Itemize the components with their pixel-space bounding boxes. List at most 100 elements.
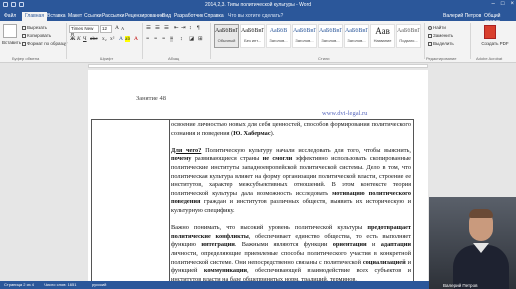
highlight-icon[interactable]: ab bbox=[125, 36, 131, 42]
style-heading-4[interactable]: АаБбВвГ Заголов... bbox=[344, 24, 369, 48]
text-run-bold: почему bbox=[171, 155, 192, 163]
search-icon bbox=[428, 25, 432, 30]
copy-label: Копировать bbox=[27, 33, 52, 38]
shading-icon[interactable]: ◪ bbox=[189, 36, 194, 42]
multilevel-list-icon[interactable]: ☰ bbox=[164, 25, 169, 31]
page-counter[interactable]: Страница 2 из 4 bbox=[4, 282, 34, 287]
language-indicator[interactable]: русский bbox=[92, 282, 106, 287]
question-heading: Для чего? bbox=[171, 146, 202, 154]
align-right-icon[interactable]: ≡ bbox=[162, 36, 165, 42]
style-name: Заголов... bbox=[295, 38, 314, 43]
tab-insert[interactable]: Вставка bbox=[47, 13, 66, 19]
ribbon: Вставить Вырезать Копировать Формат по о… bbox=[0, 21, 516, 63]
superscript-button[interactable]: x² bbox=[110, 36, 114, 42]
replace-button[interactable]: Заменить bbox=[428, 33, 453, 38]
style-heading-2[interactable]: АаБбВвГ Заголов... bbox=[292, 24, 317, 48]
create-pdf-button[interactable]: Создать PDF bbox=[478, 41, 512, 46]
style-name: Название bbox=[373, 38, 392, 43]
borders-icon[interactable]: ⊞ bbox=[198, 36, 203, 42]
line-spacing-icon[interactable]: ↕ bbox=[180, 36, 183, 42]
paragraph-why: Для чего? Политическую культуру начали и… bbox=[171, 147, 411, 216]
decrease-indent-icon[interactable]: ⇤ bbox=[174, 25, 179, 31]
text-effects-icon[interactable]: A bbox=[119, 36, 123, 42]
divider bbox=[424, 23, 425, 59]
tab-references[interactable]: Ссылки bbox=[84, 13, 102, 19]
tab-file[interactable]: Файл bbox=[4, 13, 16, 19]
style-preview: АаБбВ bbox=[269, 28, 288, 34]
select-button[interactable]: Выделить bbox=[428, 41, 454, 46]
format-painter-button[interactable]: Формат по образцу bbox=[22, 41, 67, 46]
font-color-icon[interactable]: A bbox=[134, 36, 138, 42]
user-name[interactable]: Валерий Петров bbox=[443, 13, 481, 19]
shrink-font-icon[interactable]: A bbox=[121, 26, 124, 31]
font-size-select[interactable]: 12 bbox=[100, 25, 112, 33]
paste-button[interactable]: Вставить bbox=[2, 40, 21, 45]
styles-group-label: Стили bbox=[318, 56, 330, 61]
table-column-divider bbox=[169, 120, 170, 289]
tell-me-input[interactable]: Что вы хотите сделать? bbox=[228, 13, 283, 19]
text-run: Важно понимать, что высокий уровень поли… bbox=[171, 224, 368, 232]
select-label: Выделить bbox=[433, 41, 454, 46]
cut-button[interactable]: Вырезать bbox=[22, 25, 47, 30]
align-center-icon[interactable]: ≡ bbox=[154, 36, 157, 42]
text-run: граждан и институтов различных обществ, … bbox=[171, 198, 411, 214]
style-heading-3[interactable]: АаБбВвГ Заголов... bbox=[318, 24, 343, 48]
text-run-bold: ориентации bbox=[332, 241, 367, 249]
bullets-icon[interactable]: ☰ bbox=[146, 25, 151, 31]
divider bbox=[470, 23, 471, 59]
grow-font-icon[interactable]: A bbox=[115, 25, 119, 31]
replace-icon bbox=[428, 33, 432, 38]
title-bar: 2014,2,3. Типы политической культуры - W… bbox=[0, 0, 516, 11]
font-group-label: Шрифт bbox=[100, 56, 114, 61]
sort-icon[interactable]: ↕ bbox=[189, 25, 192, 31]
increase-indent-icon[interactable]: ⇥ bbox=[181, 25, 186, 31]
document-page[interactable]: Занятие 48 www.dvi-legal.ru освоение лич… bbox=[88, 70, 428, 289]
tab-review[interactable]: Рецензирование bbox=[125, 13, 164, 19]
text-run-bold: коммуникации bbox=[203, 267, 247, 275]
page-header-link[interactable]: www.dvi-legal.ru bbox=[322, 110, 367, 117]
style-normal[interactable]: АаБбВвГ Обычный bbox=[214, 24, 239, 48]
copy-button[interactable]: Копировать bbox=[22, 33, 51, 38]
show-marks-icon[interactable]: ¶ bbox=[197, 25, 200, 31]
style-title[interactable]: Аав Название bbox=[370, 24, 395, 48]
bold-button[interactable]: Ж bbox=[70, 36, 75, 42]
tab-view[interactable]: Вид bbox=[162, 13, 171, 19]
horizontal-ruler[interactable] bbox=[88, 64, 428, 68]
maximize-button[interactable]: □ bbox=[501, 1, 505, 7]
editing-group-label: Редактирование bbox=[426, 56, 457, 61]
page-header-text: Занятие 48 bbox=[136, 95, 166, 102]
tab-developer[interactable]: Разработчик bbox=[174, 13, 203, 19]
tab-layout[interactable]: Макет bbox=[68, 13, 82, 19]
tab-help[interactable]: Справка bbox=[204, 13, 224, 19]
paragraph-continued: освоение личностью новых для себя ценнос… bbox=[171, 121, 411, 138]
clipboard-group-label: Буфер обмена bbox=[12, 56, 40, 61]
pdf-icon[interactable] bbox=[484, 25, 496, 39]
close-button[interactable]: × bbox=[510, 1, 514, 7]
minimize-button[interactable]: – bbox=[492, 1, 495, 7]
tab-home[interactable]: Главная bbox=[22, 12, 48, 21]
document-body[interactable]: освоение личностью новых для себя ценнос… bbox=[171, 121, 411, 289]
style-heading-1[interactable]: АаБбВ Заголов... bbox=[266, 24, 291, 48]
numbering-icon[interactable]: ☰ bbox=[155, 25, 160, 31]
style-preview: АаБбВвГ bbox=[241, 28, 264, 34]
word-count[interactable]: Число слов: 1651 bbox=[44, 282, 76, 287]
strikethrough-button[interactable]: abc bbox=[90, 36, 98, 42]
underline-button[interactable]: Ч bbox=[83, 36, 87, 42]
divider bbox=[66, 23, 67, 59]
subscript-button[interactable]: x₂ bbox=[102, 36, 107, 42]
paste-icon[interactable] bbox=[3, 24, 17, 38]
divider bbox=[142, 23, 143, 59]
justify-icon[interactable]: ≡ bbox=[170, 36, 174, 42]
style-name: Заголов... bbox=[321, 38, 340, 43]
align-left-icon[interactable]: ≡ bbox=[146, 36, 149, 42]
paragraph-functions: Важно понимать, что высокий уровень поли… bbox=[171, 224, 411, 284]
italic-button[interactable]: К bbox=[77, 36, 81, 42]
tab-mailings[interactable]: Рассылки bbox=[102, 13, 124, 19]
font-name-select[interactable]: Times New R bbox=[69, 25, 99, 37]
style-subtitle[interactable]: АаБбВвГ Подзаго... bbox=[396, 24, 421, 48]
brush-icon bbox=[22, 41, 26, 46]
find-button[interactable]: Найти bbox=[428, 25, 446, 30]
presenter-hair bbox=[469, 209, 493, 218]
text-run: и bbox=[366, 241, 381, 249]
style-no-spacing[interactable]: АаБбВвГ Без инт... bbox=[240, 24, 265, 48]
